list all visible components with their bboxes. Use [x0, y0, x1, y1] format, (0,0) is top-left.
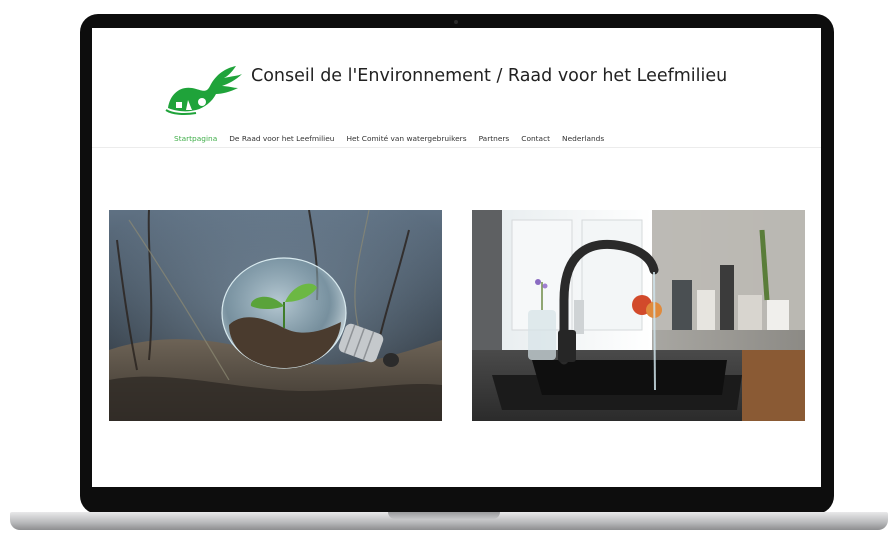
- nav-item-contact[interactable]: Contact: [521, 134, 550, 143]
- lightbulb-seedling-image[interactable]: [109, 210, 442, 421]
- green-hand-bird-logo-icon[interactable]: [162, 64, 242, 116]
- browser-screen: Conseil de l'Environnement / Raad voor h…: [92, 28, 821, 487]
- site-title: Conseil de l'Environnement / Raad voor h…: [251, 66, 728, 86]
- nav-item-partners[interactable]: Partners: [479, 134, 510, 143]
- site-header: Conseil de l'Environnement / Raad voor h…: [92, 28, 821, 148]
- main-navigation: Startpagina De Raad voor het Leefmilieu …: [174, 134, 616, 143]
- nav-item-nederlands[interactable]: Nederlands: [562, 134, 604, 143]
- header-divider: [92, 147, 821, 148]
- laptop-camera: [454, 20, 458, 24]
- nav-item-raad-voor-het-leefmilieu[interactable]: De Raad voor het Leefmilieu: [229, 134, 334, 143]
- laptop-hinge-notch: [388, 512, 500, 519]
- nav-item-startpagina[interactable]: Startpagina: [174, 134, 217, 143]
- kitchen-sink-faucet-image[interactable]: [472, 210, 805, 421]
- nav-item-comite-van-watergebruikers[interactable]: Het Comité van watergebruikers: [346, 134, 466, 143]
